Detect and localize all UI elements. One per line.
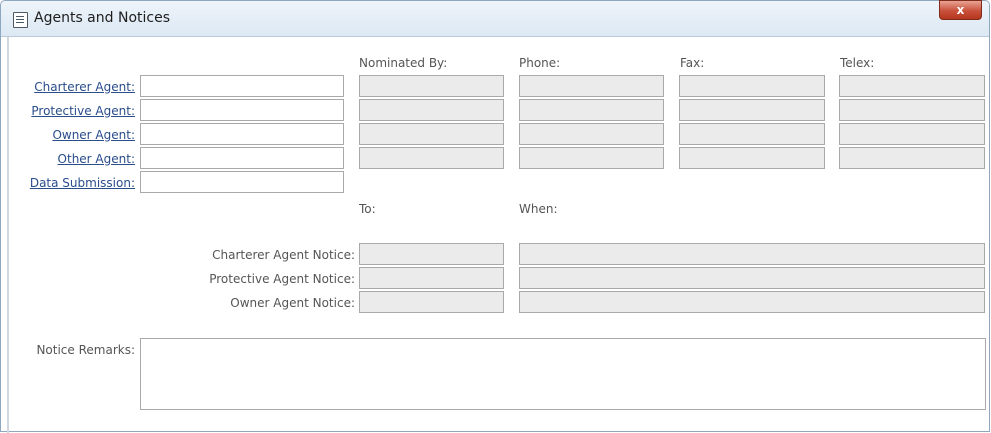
charterer-agent-telex bbox=[839, 75, 985, 97]
charterer-agent-nominated-by bbox=[359, 75, 504, 97]
owner-agent-telex bbox=[839, 123, 985, 145]
owner-agent-notice-label: Owner Agent Notice: bbox=[230, 296, 355, 310]
owner-agent-nominated-by bbox=[359, 123, 504, 145]
window-title: Agents and Notices bbox=[34, 10, 170, 26]
other-agent-fax bbox=[679, 147, 825, 169]
left-border-strip bbox=[7, 37, 9, 433]
close-button[interactable]: x bbox=[939, 0, 982, 20]
charterer-agent-fax bbox=[679, 75, 825, 97]
data-submission-input[interactable] bbox=[140, 171, 344, 193]
other-agent-link[interactable]: Other Agent: bbox=[58, 152, 135, 166]
data-submission-link[interactable]: Data Submission: bbox=[30, 176, 135, 190]
owner-agent-link[interactable]: Owner Agent: bbox=[52, 128, 135, 142]
protective-agent-input[interactable] bbox=[140, 99, 344, 121]
to-header: To: bbox=[359, 202, 376, 216]
charterer-agent-input[interactable] bbox=[140, 75, 344, 97]
other-agent-telex bbox=[839, 147, 985, 169]
phone-header: Phone: bbox=[519, 56, 561, 70]
protective-agent-notice-to bbox=[359, 267, 504, 289]
charterer-agent-phone bbox=[519, 75, 664, 97]
nominated-by-header: Nominated By: bbox=[359, 56, 448, 70]
charterer-agent-notice-to bbox=[359, 243, 504, 265]
fax-header: Fax: bbox=[680, 56, 705, 70]
when-header: When: bbox=[519, 202, 558, 216]
agents-and-notices-window: Agents and Notices x Nominated By: Phone… bbox=[0, 0, 990, 433]
charterer-agent-notice-label: Charterer Agent Notice: bbox=[212, 248, 355, 262]
title-bar: Agents and Notices x bbox=[1, 0, 989, 37]
notice-remarks-textarea[interactable] bbox=[140, 338, 986, 410]
other-agent-phone bbox=[519, 147, 664, 169]
form-icon bbox=[13, 12, 28, 28]
telex-header: Telex: bbox=[840, 56, 875, 70]
owner-agent-phone bbox=[519, 123, 664, 145]
owner-agent-notice-when bbox=[519, 291, 985, 313]
owner-agent-notice-to bbox=[359, 291, 504, 313]
protective-agent-fax bbox=[679, 99, 825, 121]
protective-agent-phone bbox=[519, 99, 664, 121]
protective-agent-notice-when bbox=[519, 267, 985, 289]
charterer-agent-link[interactable]: Charterer Agent: bbox=[34, 80, 135, 94]
protective-agent-link[interactable]: Protective Agent: bbox=[31, 104, 135, 118]
notice-remarks-label: Notice Remarks: bbox=[36, 343, 135, 357]
charterer-agent-notice-when bbox=[519, 243, 985, 265]
protective-agent-nominated-by bbox=[359, 99, 504, 121]
protective-agent-notice-label: Protective Agent Notice: bbox=[209, 272, 355, 286]
other-agent-nominated-by bbox=[359, 147, 504, 169]
protective-agent-telex bbox=[839, 99, 985, 121]
owner-agent-fax bbox=[679, 123, 825, 145]
other-agent-input[interactable] bbox=[140, 147, 344, 169]
owner-agent-input[interactable] bbox=[140, 123, 344, 145]
